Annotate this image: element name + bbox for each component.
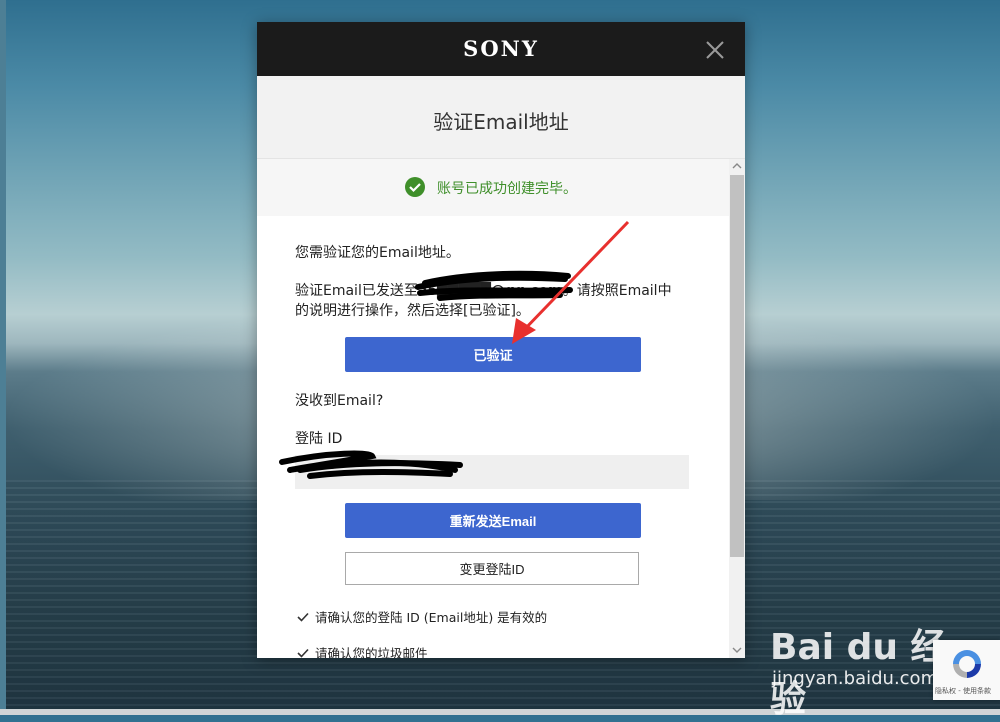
close-icon[interactable]	[703, 38, 727, 62]
dialog-content[interactable]: 账号已成功创建完毕。 您需验证您的Email地址。 验证Email已发送至a5█…	[257, 159, 745, 658]
success-banner: 账号已成功创建完毕。	[257, 159, 729, 216]
scrollbar[interactable]	[729, 159, 745, 658]
checklist-text: 请确认您的垃圾邮件	[315, 646, 428, 658]
window-edge	[0, 0, 6, 715]
sent-email: a5█████@qq.com	[417, 283, 563, 299]
checklist-item: 请确认您的登陆 ID (Email地址) 是有效的	[297, 607, 547, 626]
verify-email-dialog: SONY 验证Email地址 账号已成功创建完毕。 您需验证您的Email地址。…	[257, 22, 745, 658]
scrollbar-thumb[interactable]	[730, 175, 744, 557]
recaptcha-badge[interactable]: 隐私权 - 使用条款	[933, 640, 1000, 700]
recaptcha-icon	[953, 650, 981, 678]
resend-email-button[interactable]: 重新发送Email	[345, 503, 641, 538]
change-login-id-button[interactable]: 变更登陆ID	[345, 552, 639, 585]
need-verify-text: 您需验证您的Email地址。	[295, 245, 460, 261]
dialog-header: SONY	[257, 22, 745, 76]
check-circle-icon	[405, 177, 425, 197]
login-id-label: 登陆 ID	[295, 431, 343, 447]
checkmark-icon	[297, 612, 309, 622]
email-sent-text: 验证Email已发送至a5█████@qq.com。请按照Email中的说明进行…	[295, 281, 685, 321]
success-message: 账号已成功创建完毕。	[437, 181, 577, 197]
page-title: 验证Email地址	[433, 110, 569, 134]
scroll-down-icon[interactable]	[729, 643, 745, 657]
title-band: 验证Email地址	[257, 76, 745, 159]
recaptcha-footer[interactable]: 隐私权 - 使用条款	[935, 686, 991, 696]
baidu-watermark: Bai du 经验 jingyan.baidu.com	[770, 608, 950, 720]
no-email-text: 没收到Email?	[295, 393, 384, 409]
sent-prefix: 验证Email已发送至	[295, 283, 418, 299]
verified-button[interactable]: 已验证	[345, 337, 641, 372]
login-id-field	[295, 455, 689, 489]
checklist-item: 请确认您的垃圾邮件	[297, 643, 428, 658]
checkmark-icon	[297, 648, 309, 658]
checklist-text: 请确认您的登陆 ID (Email地址) 是有效的	[315, 610, 548, 625]
watermark-url: jingyan.baidu.com	[772, 668, 939, 689]
scroll-up-icon[interactable]	[729, 159, 745, 173]
sony-logo: SONY	[463, 36, 539, 61]
